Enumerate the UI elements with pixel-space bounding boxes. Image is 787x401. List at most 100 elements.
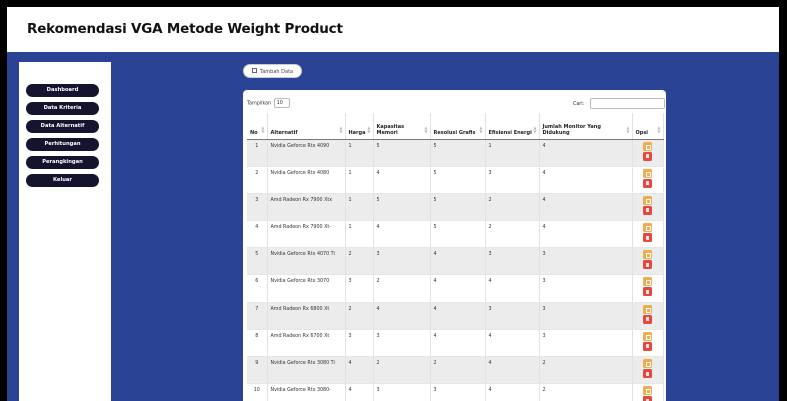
trash-icon[interactable] — [643, 260, 652, 270]
table-cell: 2 — [539, 383, 633, 401]
row-actions — [632, 193, 664, 222]
col-header-no[interactable]: No ▲ ▼ — [247, 113, 268, 140]
table-cell: 4 — [539, 139, 633, 167]
col-header-alternatif[interactable]: Alternatif ▲ ▼ — [267, 113, 346, 140]
table-cell: 2 — [373, 274, 431, 303]
trash-icon[interactable] — [643, 233, 652, 243]
edit-icon[interactable] — [643, 223, 652, 233]
row-actions — [632, 166, 664, 194]
add-data-label: Tambah Data — [260, 69, 294, 75]
table-row: 6 Nvidia Geforce Rtx 3070 3 2 4 4 3 — [247, 274, 664, 303]
table-row: 9 Nvidia Geforce Rtx 3080 Ti 4 2 2 4 2 — [247, 356, 664, 385]
table-cell: 4 — [430, 274, 486, 303]
entries-length-select[interactable]: 10 — [273, 98, 290, 108]
edit-icon[interactable] — [643, 359, 652, 368]
table-cell: Amd Radeon Rx 7900 Xt- — [267, 220, 346, 249]
row-actions — [632, 356, 664, 385]
search-input[interactable] — [589, 98, 665, 109]
app-window: Rekomendasi VGA Metode Weight Product Da… — [7, 7, 779, 401]
edit-icon[interactable] — [643, 304, 652, 314]
edit-icon[interactable] — [643, 195, 652, 205]
table-cell: 1 — [345, 220, 374, 249]
table-cell: 5 — [373, 193, 431, 222]
table-cell: 2 — [345, 302, 374, 330]
col-header-kapasitas-memori[interactable]: Kapasitas Memori ▲ ▼ — [373, 113, 431, 140]
trash-icon[interactable] — [643, 205, 652, 215]
sidebar-item-data-kriteria[interactable]: Data Kriteria — [26, 102, 99, 115]
table-cell: 4 — [373, 302, 431, 330]
trash-icon[interactable] — [643, 314, 652, 324]
col-header-efisiensi-energi[interactable]: Efisiensi Energi ▲ ▼ — [485, 113, 540, 140]
app-header: Rekomendasi VGA Metode Weight Product — [7, 7, 779, 52]
edit-icon[interactable] — [643, 250, 652, 260]
table-cell: 3 — [345, 274, 374, 303]
table-cell: 3 — [247, 193, 268, 222]
edit-icon[interactable] — [643, 141, 652, 151]
trash-icon[interactable] — [643, 287, 652, 297]
plus-square-icon — [252, 68, 257, 73]
table-cell: 10 — [247, 383, 268, 401]
table-row: 2 Nvidia Geforce Rtx 4080 1 4 5 3 4 — [247, 166, 664, 194]
table-cell: 4 — [539, 220, 633, 249]
table-row: 8 Amd Radeon Rx 6700 Xt 3 3 4 4 3 — [247, 329, 664, 358]
table-row: 1 Nvidia Geforce Rtx 4090 1 5 5 1 4 — [247, 139, 664, 167]
trash-icon[interactable] — [643, 341, 652, 351]
col-header-opsi[interactable]: Opsi ▲ ▼ — [632, 113, 664, 140]
sidebar: Dashboard Data Kriteria Data Alternatif … — [19, 62, 111, 401]
sort-icon: ▲ ▼ — [533, 124, 537, 134]
edit-icon[interactable] — [643, 386, 652, 396]
page-title: Rekomendasi VGA Metode Weight Product — [27, 21, 343, 37]
search-control: Cari: — [573, 98, 665, 109]
edit-icon[interactable] — [643, 277, 652, 287]
table-cell: 4 — [539, 166, 633, 194]
table-cell: 4 — [485, 356, 540, 385]
table-cell: Amd Radeon Rx 6700 Xt — [267, 329, 346, 358]
add-data-button[interactable]: Tambah Data — [243, 64, 302, 78]
table-cell: 3 — [430, 383, 486, 401]
table-cell: 3 — [539, 302, 633, 330]
row-actions — [632, 247, 664, 276]
table-cell: Nvidia Geforce Rtx 4080 — [267, 166, 346, 194]
trash-icon[interactable] — [643, 151, 652, 161]
sidebar-item-keluar[interactable]: Keluar — [26, 174, 99, 187]
col-header-jumlah-monitor[interactable]: Jumlah Monitor Yang Didukung ▲ ▼ — [539, 113, 633, 140]
trash-icon[interactable] — [643, 369, 652, 378]
table-cell: 1 — [247, 139, 268, 167]
sidebar-item-data-alternatif[interactable]: Data Alternatif — [26, 120, 99, 133]
entries-length-label: Tampilkan — [247, 101, 272, 107]
table-cell: 4 — [430, 302, 486, 330]
table-header-row: No ▲ ▼ Alternatif ▲ ▼ Harga ▲ ▼ Kapasitas Memo… — [247, 113, 664, 140]
table-cell: 3 — [373, 247, 431, 276]
table-cell: 2 — [247, 166, 268, 194]
trash-icon[interactable] — [643, 396, 652, 401]
sort-icon: ▲ ▼ — [367, 124, 371, 134]
table-row: 5 Nvidia Geforce Rtx 4070 Ti 2 3 4 3 3 — [247, 247, 664, 276]
sidebar-item-perhitungan[interactable]: Perhitungan — [26, 138, 99, 151]
col-header-resolusi-grafis[interactable]: Resolusi Grafis ▲ ▼ — [430, 113, 486, 140]
sidebar-item-perangkingan[interactable]: Perangkingan — [26, 156, 99, 169]
table-cell: 3 — [485, 247, 540, 276]
table-cell: Nvidia Geforce Rtx 3080 Ti — [267, 356, 346, 385]
table-cell: 5 — [430, 139, 486, 167]
sort-icon: ▲ ▼ — [657, 124, 661, 134]
table-cell: 4 — [373, 220, 431, 249]
table-cell: 2 — [345, 247, 374, 276]
trash-icon[interactable] — [643, 178, 652, 188]
table-cell: 4 — [485, 274, 540, 303]
table-cell: 3 — [345, 329, 374, 358]
col-header-harga[interactable]: Harga ▲ ▼ — [345, 113, 374, 140]
row-actions — [632, 302, 664, 330]
table-cell: 2 — [373, 356, 431, 385]
table-row: 4 Amd Radeon Rx 7900 Xt- 1 4 5 2 4 — [247, 220, 664, 249]
search-label: Cari: — [573, 102, 585, 107]
table-cell: 4 — [485, 383, 540, 401]
sidebar-item-dashboard[interactable]: Dashboard — [26, 84, 99, 97]
table-cell: 7 — [247, 302, 268, 330]
table-cell: Amd Radeon Rx 7900 Xtx — [267, 193, 346, 222]
edit-icon[interactable] — [643, 168, 652, 178]
edit-icon[interactable] — [643, 331, 652, 341]
table-cell: 2 — [539, 356, 633, 385]
table-body: 1 Nvidia Geforce Rtx 4090 1 5 5 1 4 2 Nvidia Gef… — [247, 139, 664, 401]
sort-icon: ▲ ▼ — [479, 124, 483, 134]
table-cell: 1 — [345, 193, 374, 222]
